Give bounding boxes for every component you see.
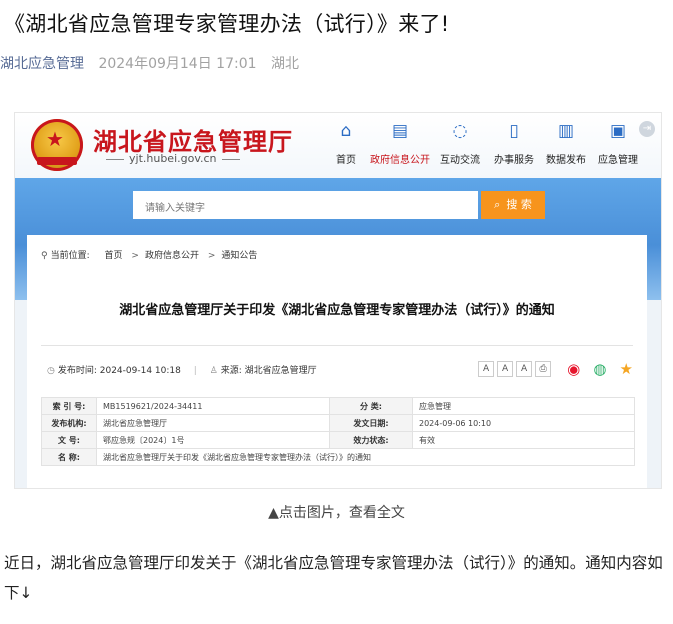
document-title: 湖北省应急管理厅关于印发《湖北省应急管理专家管理办法（试行）》的通知 [119, 303, 555, 318]
clock-icon: ◷ [47, 366, 55, 376]
nav-interaction[interactable]: ◌ 互动交流 [429, 121, 491, 173]
page-tools: A A A ⎙ ◉ ◍ ★ [478, 358, 633, 378]
image-caption: ▲点击图片，查看全文 [268, 505, 405, 521]
publish-region: 湖北 [270, 56, 299, 72]
chevron-right-icon: > [207, 251, 216, 261]
document-icon: ▤ [391, 121, 409, 141]
nav-home[interactable]: ⌂ 首页 [315, 121, 377, 173]
font-medium-button[interactable]: A [497, 360, 514, 377]
account-link[interactable]: 湖北应急管理 [0, 56, 84, 72]
site-header: ★ 湖北省应急管理厅 yjt.hubei.gov.cn ⌂ 首页 ▤ 政府信息公… [15, 113, 661, 178]
breadcrumb-home[interactable]: 首页 [105, 251, 123, 261]
files-icon: ▣ [609, 121, 627, 141]
notice-card: ⚲ 当前位置: 首页 > 政府信息公开 > 通知公告 湖北省应急管理厅关于印发《湖北省… [27, 235, 647, 488]
publish-info: ◷ 发布时间: 2024-09-14 10:18 | ♙ 来源: 湖北省应急管理厅 [47, 366, 317, 376]
breadcrumb: ⚲ 当前位置: 首页 > 政府信息公开 > 通知公告 [41, 251, 258, 261]
weibo-icon[interactable]: ◉ [567, 360, 580, 378]
publish-date: 2024年09月14日 17:01 [98, 56, 257, 72]
nav-gov-info[interactable]: ▤ 政府信息公开 [369, 121, 431, 173]
search-icon: ⌕ [494, 198, 501, 211]
article-meta: 湖北应急管理 2024年09月14日 17:01 湖北 [0, 53, 299, 73]
search-button[interactable]: ⌕ 搜 索 [481, 191, 545, 219]
search-input[interactable]: 请输入关键字 [133, 191, 478, 219]
breadcrumb-notices[interactable]: 通知公告 [221, 251, 257, 261]
document-info-table: 索 引 号: MB1519621/2024-34411 分 类: 应急管理 发布… [41, 397, 635, 466]
article-body: 近日，湖北省应急管理厅印发关于《湖北省应急管理专家管理办法（试行）》的通知。通知… [4, 554, 663, 602]
person-icon: ♙ [209, 366, 218, 376]
national-emblem-icon: ★ [31, 119, 83, 171]
location-pin-icon: ⚲ [41, 251, 48, 261]
chat-icon: ◌ [452, 121, 468, 141]
chevron-right-icon: > [131, 251, 139, 261]
article-title: 《湖北省应急管理专家管理办法（试行）》来了! [4, 12, 450, 36]
bookmark-icon: ▯ [509, 121, 519, 141]
breadcrumb-gov-info[interactable]: 政府信息公开 [145, 251, 199, 261]
wechat-icon[interactable]: ◍ [593, 360, 606, 378]
exit-icon[interactable]: ⇥ [639, 121, 655, 137]
font-large-button[interactable]: A [478, 360, 495, 377]
print-icon[interactable]: ⎙ [535, 360, 552, 377]
site-url: yjt.hubei.gov.cn [101, 152, 245, 165]
home-icon: ⌂ [340, 121, 352, 141]
font-small-button[interactable]: A [516, 360, 533, 377]
favorite-star-icon[interactable]: ★ [620, 360, 633, 378]
divider [41, 345, 633, 346]
bar-chart-icon: ▥ [557, 121, 575, 141]
article-screenshot-image[interactable]: ★ 湖北省应急管理厅 yjt.hubei.gov.cn ⌂ 首页 ▤ 政府信息公… [14, 112, 662, 489]
